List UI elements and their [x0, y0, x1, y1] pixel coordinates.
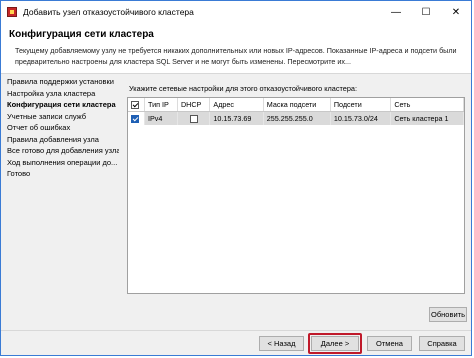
dialog-window: Добавить узел отказоустойчивого кластера…: [0, 0, 472, 356]
cell-subnet: 10.15.73.0/24: [330, 111, 392, 125]
nav-step-setup-support-rules[interactable]: Правила поддержки установки: [7, 76, 119, 88]
help-button[interactable]: Справка: [419, 336, 465, 351]
cell-ip-type: IPv4: [144, 111, 178, 125]
dhcp-checkbox[interactable]: [189, 115, 198, 124]
page-description: Текущему добавляемому узлу не требуется …: [15, 46, 457, 66]
minimize-button[interactable]: —: [381, 1, 411, 23]
nav-step-progress[interactable]: Ход выполнения операции до...: [7, 157, 119, 169]
wizard-footer: < Назад Далее > Отмена Справка: [1, 330, 471, 355]
nav-step-cluster-network-config[interactable]: Конфигурация сети кластера: [7, 99, 119, 111]
cell-dhcp[interactable]: [177, 111, 211, 125]
next-button[interactable]: Далее >: [311, 336, 359, 351]
column-address[interactable]: Адрес: [209, 98, 264, 112]
page-header: Конфигурация сети кластера Текущему доба…: [1, 23, 471, 74]
nav-step-service-accounts[interactable]: Учетные записи служб: [7, 111, 119, 123]
column-network[interactable]: Сеть: [390, 98, 464, 112]
select-all-checkbox[interactable]: [131, 101, 139, 110]
close-button[interactable]: ✕: [441, 1, 471, 23]
cell-address[interactable]: 10.15.73.69: [209, 111, 264, 125]
nav-step-ready-to-add-node[interactable]: Все готово для добавления узла: [7, 145, 119, 157]
row-select-cell[interactable]: [128, 111, 145, 125]
refresh-button[interactable]: Обновить: [429, 307, 467, 322]
column-subnets[interactable]: Подсети: [330, 98, 392, 112]
cancel-button[interactable]: Отмена: [367, 336, 412, 351]
grid-header-row: Тип IP DHCP Адрес Маска подсети Подсети …: [128, 98, 464, 112]
network-grid[interactable]: Тип IP DHCP Адрес Маска подсети Подсети …: [127, 97, 465, 294]
nav-step-add-node-rules[interactable]: Правила добавления узла: [7, 134, 119, 146]
page-title: Конфигурация сети кластера: [9, 29, 154, 40]
wizard-steps-nav: Правила поддержки установки Настройка уз…: [7, 76, 119, 180]
main-content: Укажите сетевые настройки для этого отка…: [123, 81, 467, 327]
column-subnet-mask[interactable]: Маска подсети: [263, 98, 331, 112]
title-bar: Добавить узел отказоустойчивого кластера…: [1, 1, 471, 23]
column-dhcp[interactable]: DHCP: [177, 98, 211, 112]
window-title: Добавить узел отказоустойчивого кластера: [23, 7, 194, 17]
select-all-header[interactable]: [128, 98, 145, 112]
column-ip-type[interactable]: Тип IP: [144, 98, 178, 112]
table-row[interactable]: IPv4 10.15.73.69 255.255.255.0 10.15.73.…: [128, 111, 464, 125]
nav-step-error-reporting[interactable]: Отчет об ошибках: [7, 122, 119, 134]
maximize-button[interactable]: ☐: [411, 1, 441, 23]
row-checkbox[interactable]: [131, 115, 139, 124]
network-settings-prompt: Укажите сетевые настройки для этого отка…: [129, 84, 357, 93]
cell-subnet-mask[interactable]: 255.255.255.0: [263, 111, 331, 125]
nav-step-complete[interactable]: Готово: [7, 168, 119, 180]
back-button[interactable]: < Назад: [259, 336, 304, 351]
sql-server-setup-icon: [7, 7, 17, 17]
cell-network: Сеть кластера 1: [390, 111, 464, 125]
nav-step-cluster-node-config[interactable]: Настройка узла кластера: [7, 88, 119, 100]
